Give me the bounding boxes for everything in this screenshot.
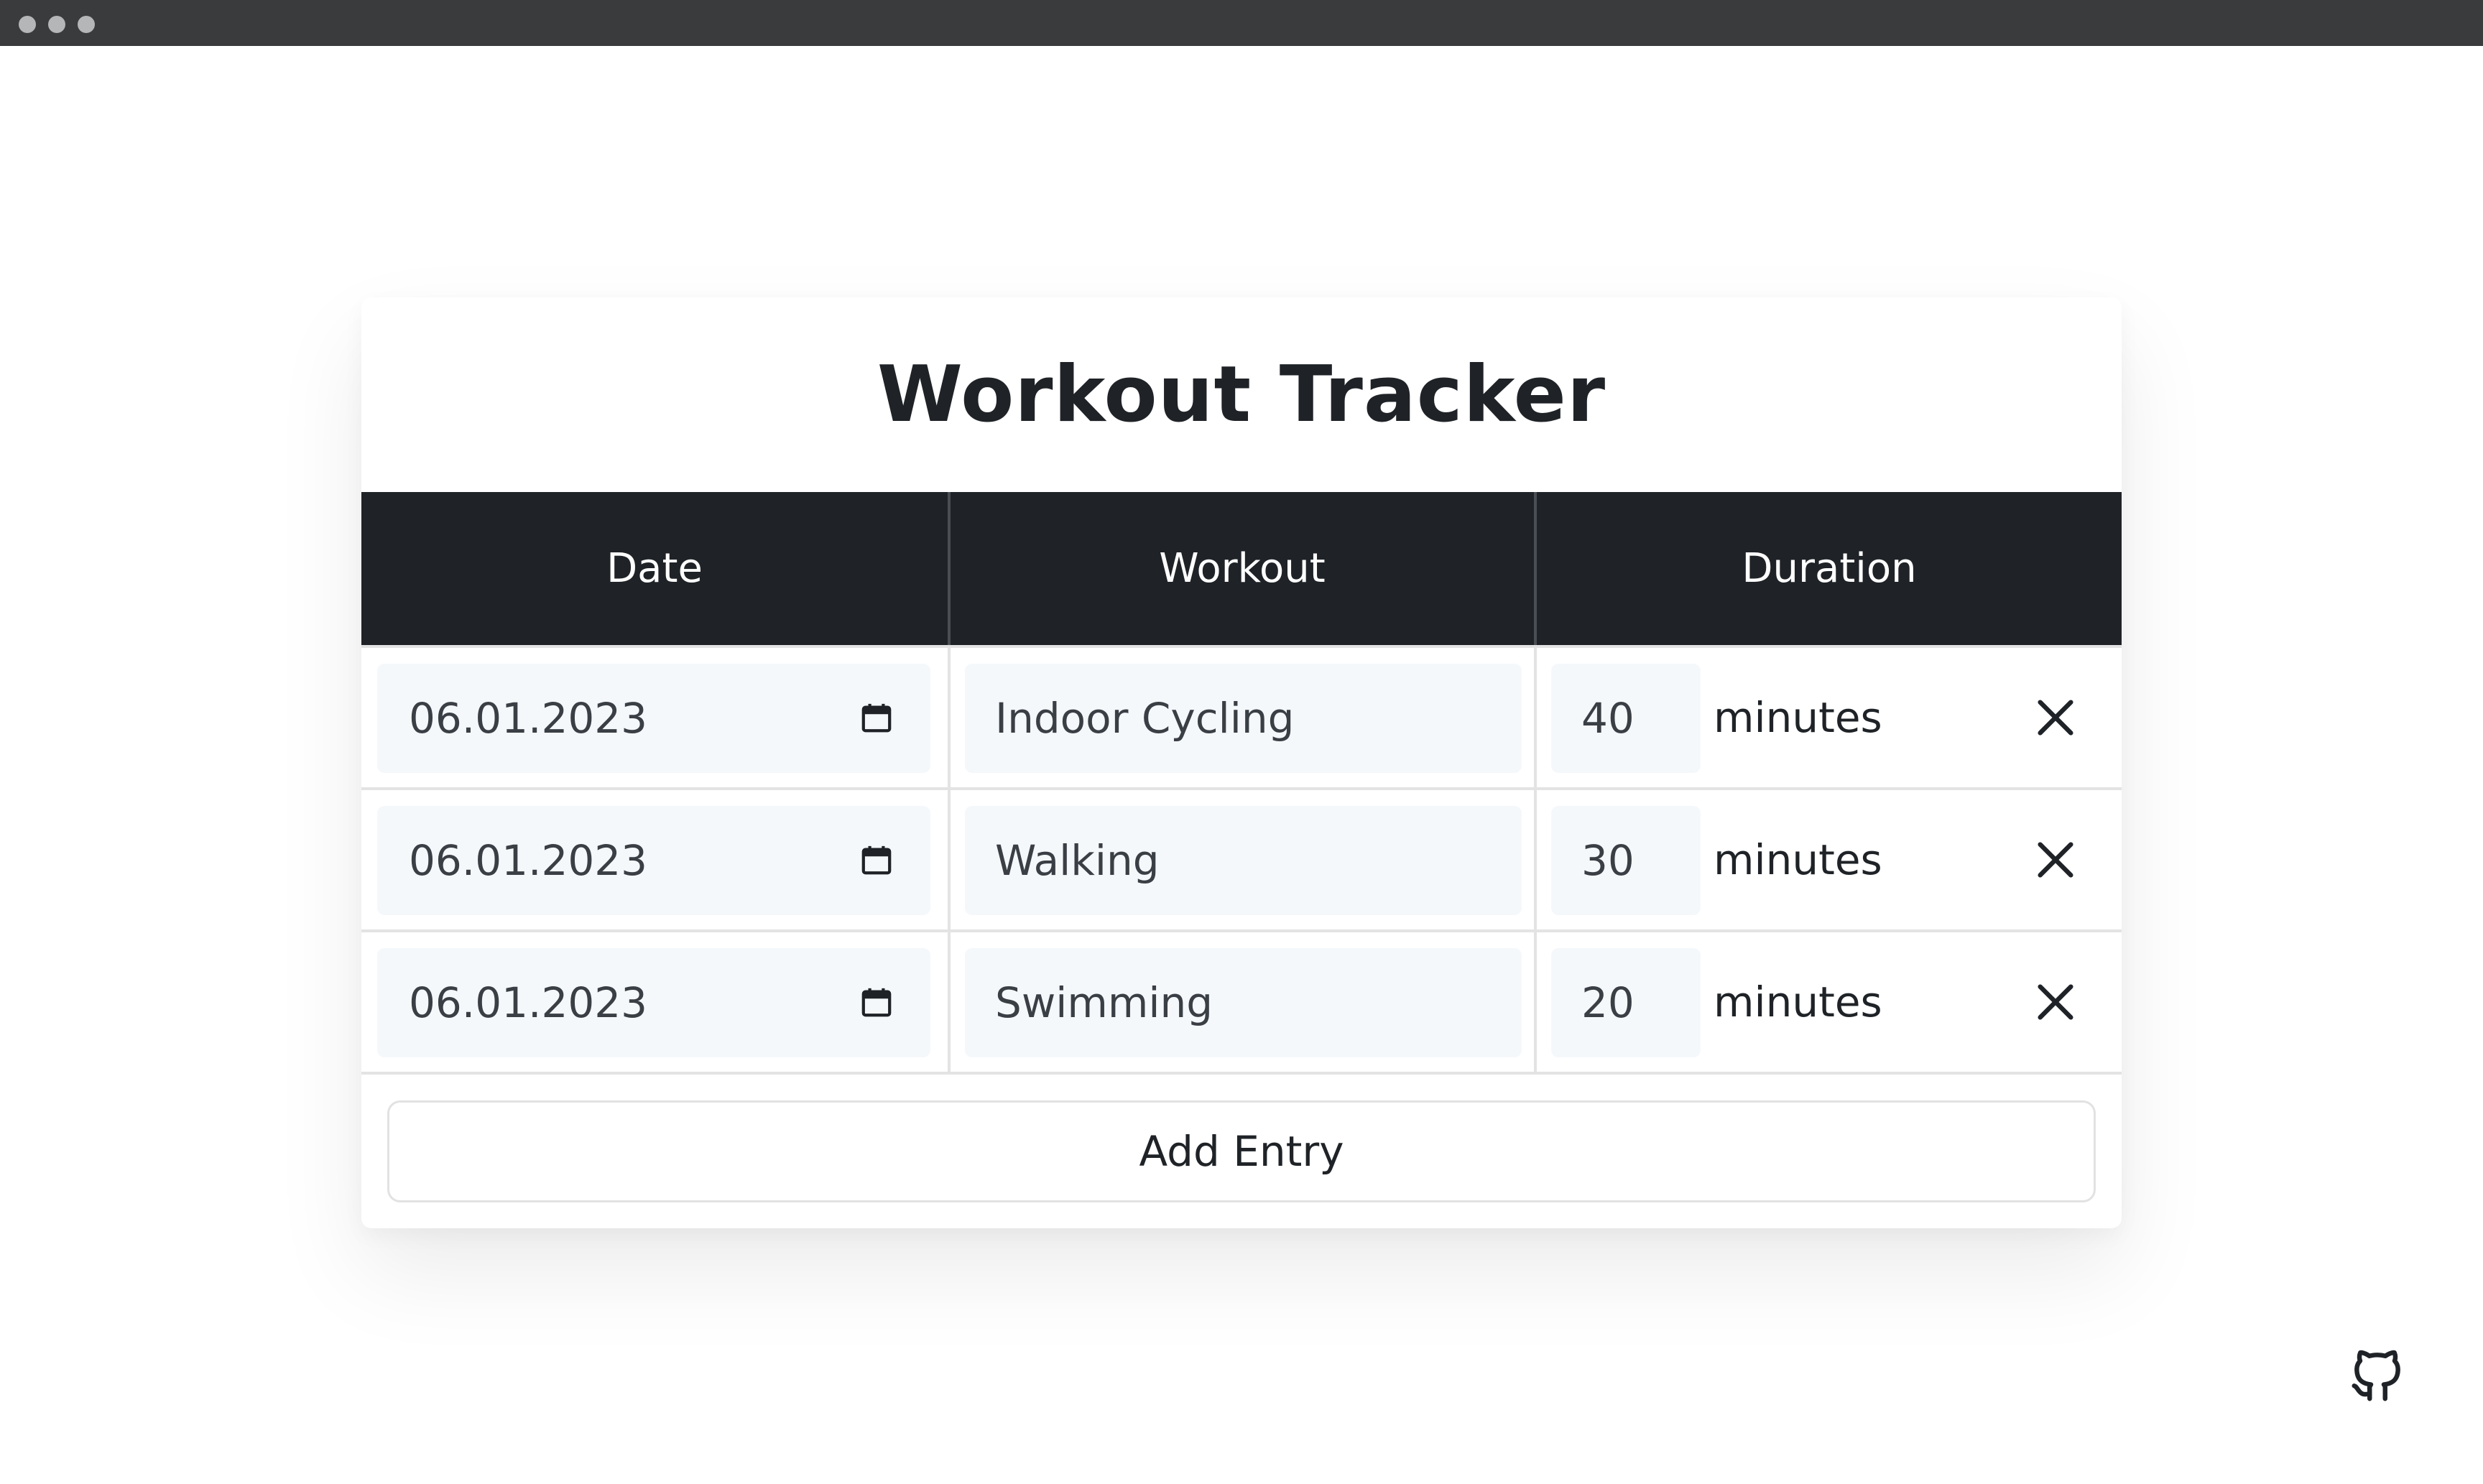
duration-input[interactable]: 30 <box>1551 806 1701 915</box>
column-header-duration: Duration <box>1534 492 2122 645</box>
duration-unit: minutes <box>1714 978 1882 1026</box>
workout-input[interactable]: Walking <box>965 806 1522 915</box>
duration-unit: minutes <box>1714 693 1882 742</box>
github-icon[interactable] <box>2346 1345 2408 1406</box>
workout-input[interactable]: Swimming <box>965 948 1522 1057</box>
close-icon[interactable] <box>2033 695 2079 741</box>
add-entry-button[interactable]: Add Entry <box>387 1100 2096 1202</box>
table-row: 06.01.2023 Walking 30 minutes <box>361 787 2122 929</box>
duration-unit: minutes <box>1714 835 1882 884</box>
workout-cell: Swimming <box>948 932 1534 1072</box>
date-value: 06.01.2023 <box>409 836 648 885</box>
window-maximize-dot[interactable] <box>78 16 95 33</box>
workout-value: Swimming <box>995 978 1213 1027</box>
calendar-icon[interactable] <box>860 986 893 1020</box>
duration-input[interactable]: 40 <box>1551 664 1701 773</box>
calendar-icon[interactable] <box>860 843 893 878</box>
workout-input[interactable]: Indoor Cycling <box>965 664 1522 773</box>
calendar-icon[interactable] <box>860 701 893 736</box>
date-value: 06.01.2023 <box>409 694 648 743</box>
workout-cell: Walking <box>948 790 1534 929</box>
column-header-date: Date <box>606 545 703 592</box>
date-input[interactable]: 06.01.2023 <box>377 806 930 915</box>
workout-tracker-card: Workout Tracker Date Workout Duration 06… <box>361 297 2122 1228</box>
duration-cell: 40 minutes <box>1534 648 2122 787</box>
window-close-dot[interactable] <box>19 16 36 33</box>
duration-cell: 20 minutes <box>1534 932 2122 1072</box>
workout-cell: Indoor Cycling <box>948 648 1534 787</box>
page-title: Workout Tracker <box>877 350 1606 440</box>
date-cell: 06.01.2023 <box>361 648 948 787</box>
workout-value: Indoor Cycling <box>995 694 1295 743</box>
duration-value: 20 <box>1581 978 1634 1027</box>
table-header: Date Workout Duration <box>361 492 2122 645</box>
date-value: 06.01.2023 <box>409 978 648 1027</box>
duration-value: 30 <box>1581 836 1634 885</box>
close-icon[interactable] <box>2033 979 2079 1025</box>
close-icon[interactable] <box>2033 837 2079 883</box>
date-cell: 06.01.2023 <box>361 932 948 1072</box>
column-header-workout: Workout <box>948 492 1534 645</box>
date-input[interactable]: 06.01.2023 <box>377 664 930 773</box>
duration-value: 40 <box>1581 694 1634 743</box>
table-row: 06.01.2023 Swimming 20 minutes <box>361 929 2122 1072</box>
duration-cell: 30 minutes <box>1534 790 2122 929</box>
workout-value: Walking <box>995 836 1160 885</box>
duration-input[interactable]: 20 <box>1551 948 1701 1057</box>
add-entry-row: Add Entry <box>361 1072 2122 1228</box>
date-cell: 06.01.2023 <box>361 790 948 929</box>
window-title-bar <box>0 0 2483 46</box>
window-minimize-dot[interactable] <box>48 16 65 33</box>
table-row: 06.01.2023 Indoor Cycling 40 minutes <box>361 645 2122 787</box>
date-input[interactable]: 06.01.2023 <box>377 948 930 1057</box>
